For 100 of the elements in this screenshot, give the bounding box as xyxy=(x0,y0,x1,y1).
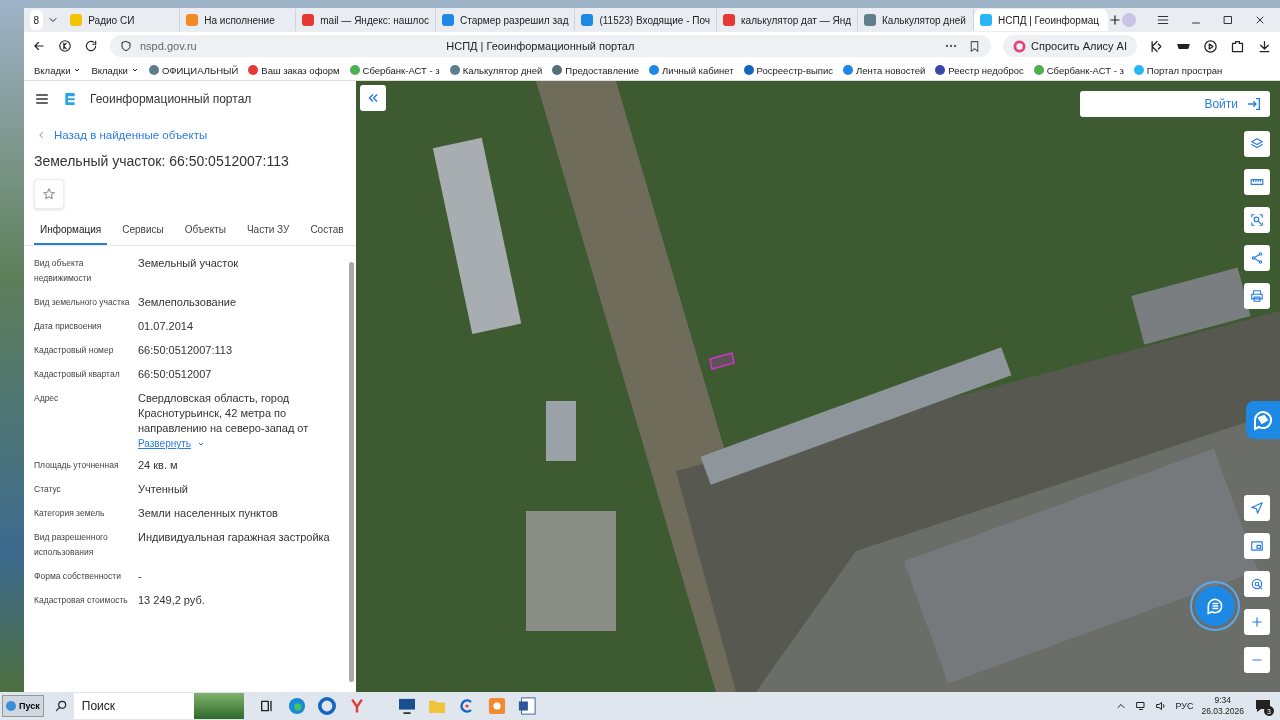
browser-tab[interactable]: На исполнение xyxy=(180,9,297,31)
picture-in-picture-button[interactable] xyxy=(1244,533,1270,559)
collapse-panel-button[interactable] xyxy=(360,85,386,111)
bookmark-item[interactable]: Лента новостей xyxy=(843,64,926,76)
location-search-button[interactable] xyxy=(1244,571,1270,597)
chevron-down-icon xyxy=(130,66,139,74)
field-label: Категория земель xyxy=(34,507,106,520)
alice-ring-icon xyxy=(1013,39,1027,53)
field-label: Площадь уточненная xyxy=(34,459,120,472)
bookmark-item[interactable]: Вкладки xyxy=(34,64,82,76)
start-button[interactable]: Пуск xyxy=(2,695,44,717)
browser-tab[interactable]: (11523) Входящие - Поч xyxy=(575,9,717,31)
bookmark-item[interactable]: Портал простран xyxy=(1133,64,1223,76)
menu-icon[interactable] xyxy=(34,91,50,107)
navigation-arrow-button[interactable] xyxy=(1244,495,1270,521)
chat-icon xyxy=(1205,596,1225,616)
clock[interactable]: 9:34 26.03.2026 xyxy=(1201,695,1244,717)
language-indicator[interactable]: РУС xyxy=(1175,701,1194,711)
bookmark-item[interactable]: Росреестр-выпис xyxy=(743,64,834,76)
speech-bubble-icon xyxy=(1251,408,1275,432)
favicon-icon xyxy=(743,65,754,75)
bookmark-item[interactable]: ОФИЦИАЛЬНЫЙ xyxy=(148,64,239,76)
browser-tab[interactable]: калькулятор дат — Янд xyxy=(717,9,858,31)
picture-in-picture-icon xyxy=(1250,539,1264,553)
browser-logo-icon[interactable] xyxy=(58,39,72,53)
info-tab[interactable]: Части ЗУ xyxy=(240,217,296,245)
favicon-icon xyxy=(864,14,876,26)
bookmark-item[interactable]: Сбербанк-АСТ - з xyxy=(1033,64,1124,76)
print-button[interactable] xyxy=(1244,283,1270,309)
taskbar-search-field[interactable]: Поиск xyxy=(73,693,194,719)
browser-tab[interactable]: mail — Яндекс: нашлос xyxy=(296,9,436,31)
field-label: Дата присвоения xyxy=(34,320,103,333)
info-tab[interactable]: Информация xyxy=(34,217,108,245)
portal-title: Геоинформационный портал xyxy=(90,92,252,106)
bookmark-item[interactable]: Реестр недоброс xyxy=(935,64,1024,76)
info-tab[interactable]: Состав xyxy=(304,217,350,245)
bookmark-item[interactable]: Предоставление xyxy=(552,64,640,76)
favicon-icon xyxy=(70,14,83,26)
favicon-icon xyxy=(1033,65,1044,75)
favicon-icon xyxy=(248,65,259,75)
expand-link[interactable]: Развернуть xyxy=(138,438,205,449)
favorite-star-button[interactable] xyxy=(34,179,64,209)
maximize-icon[interactable] xyxy=(1222,14,1234,26)
reload-icon[interactable] xyxy=(84,39,98,53)
field-value: 01.07.2014 xyxy=(138,319,194,334)
field-value: 13 249,2 руб. xyxy=(138,593,205,608)
task-view-icon[interactable] xyxy=(258,698,275,714)
back-link[interactable]: Назад в найденные объекты xyxy=(36,129,356,141)
login-button[interactable]: Войти xyxy=(1080,91,1270,117)
back-arrow-icon[interactable] xyxy=(32,39,46,53)
select-area-button[interactable] xyxy=(1244,207,1270,233)
field-value: Земельный участок xyxy=(138,256,239,271)
field-label: Кадастровый номер xyxy=(34,344,115,357)
browser-tab[interactable]: Радио СИ xyxy=(64,9,181,31)
favicon-icon xyxy=(186,14,199,26)
field-label: Статус xyxy=(34,483,62,496)
address-bar[interactable]: nspd.gov.ru НСПД | Геоинформационный портал xyxy=(110,35,992,57)
favicon-icon xyxy=(349,65,360,75)
location-search-icon xyxy=(1250,577,1264,591)
network-icon[interactable] xyxy=(1135,700,1148,712)
side-panel-button[interactable] xyxy=(1246,401,1280,439)
tab-count[interactable]: 8 xyxy=(30,10,43,30)
bookmark-item[interactable]: Сбербанк-АСТ - з xyxy=(349,64,440,76)
favicon-icon xyxy=(980,14,992,26)
print-icon xyxy=(1250,289,1264,303)
new-tab-plus-icon[interactable] xyxy=(1108,13,1122,27)
info-tab[interactable]: Сервисы xyxy=(116,217,170,245)
speaker-icon[interactable] xyxy=(1155,700,1168,712)
monitor-icon[interactable] xyxy=(397,698,416,714)
object-heading: Земельный участок: 66:50:0512007:113 xyxy=(34,153,290,169)
browser-tab[interactable]: Стармер разрешил зад xyxy=(435,9,576,31)
layers-button[interactable] xyxy=(1244,131,1270,157)
ruler-button[interactable] xyxy=(1244,169,1270,195)
browser-tab[interactable]: НСПД | Геоинформац xyxy=(974,9,1108,31)
favicon-icon xyxy=(441,14,454,26)
favicon-icon xyxy=(843,65,854,75)
browser-tab[interactable]: Калькулятор дней xyxy=(858,9,974,31)
bookmark-item[interactable]: Личный кабинет xyxy=(649,64,734,76)
navigation-arrow-icon xyxy=(1250,501,1264,515)
share-button[interactable] xyxy=(1244,245,1270,271)
download-icon[interactable] xyxy=(1257,38,1272,54)
close-icon[interactable] xyxy=(1254,14,1266,26)
field-value: Индивидуальная гаражная застройка xyxy=(138,530,330,545)
info-tab[interactable]: Объекты xyxy=(178,217,232,245)
favicon-icon xyxy=(935,65,946,75)
menu-icon[interactable] xyxy=(1156,13,1170,27)
round-app-icon[interactable] xyxy=(317,697,336,715)
chevron-left-icon xyxy=(36,130,46,140)
bookmark-item[interactable]: Калькулятор дней xyxy=(449,64,543,76)
layers-icon xyxy=(1250,137,1264,151)
field-label: Форма собственности xyxy=(34,570,122,583)
favicon-icon xyxy=(148,65,159,75)
bookmark-item[interactable]: Ваш заказ оформ xyxy=(248,64,340,76)
bookmark-item[interactable]: Вкладки xyxy=(91,64,139,76)
field-label: Вид разрешенного использования xyxy=(34,531,109,559)
field-label: Вид объекта недвижимости xyxy=(34,257,93,285)
ask-alice-button[interactable]: Спросить Алису AI xyxy=(1003,35,1137,57)
chat-button[interactable] xyxy=(1190,581,1240,631)
forest-picture-placeholder xyxy=(193,693,244,719)
play-circle-icon[interactable] xyxy=(1203,38,1218,54)
